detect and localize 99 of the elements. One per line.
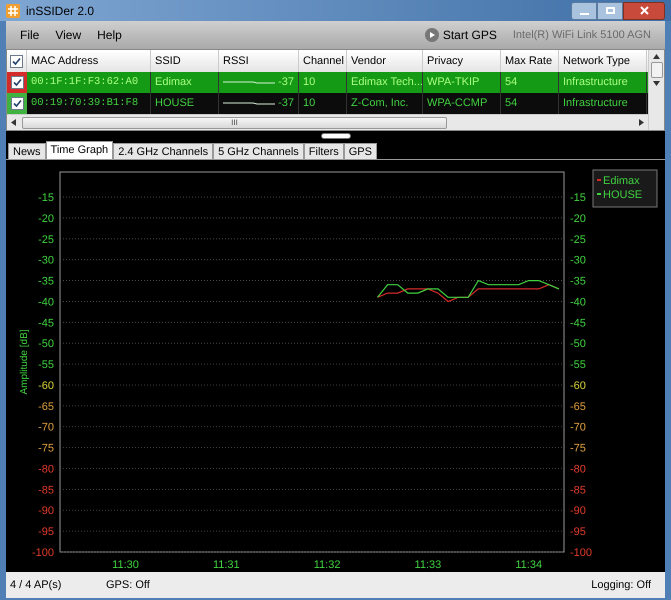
table-cell-text: WPA-TKIP <box>427 75 480 90</box>
app-icon <box>6 4 20 18</box>
y-axis-label: Amplitude [dB] <box>19 329 30 395</box>
table-cell-text: 54 <box>505 96 518 112</box>
y-tick-label: -40 <box>38 296 54 308</box>
table-cell-text: Edimax Tech... <box>351 75 423 90</box>
row-checkbox[interactable] <box>10 54 23 68</box>
y-tick-label: -20 <box>570 212 586 225</box>
y-tick-label: -100 <box>32 547 54 559</box>
maximize-button[interactable] <box>597 2 623 20</box>
table-cell-text: 10 <box>303 75 316 90</box>
logging-status: Logging: Off <box>591 578 651 593</box>
menu-item[interactable]: Help <box>89 26 130 44</box>
y-tick-label: -25 <box>570 234 586 246</box>
table-cell-text: WPA-CCMP <box>427 96 488 112</box>
table-cell-text: 00:1F:1F:F3:62:A0 <box>31 74 138 90</box>
window-title: inSSIDer 2.0 <box>26 2 94 20</box>
vertical-scrollbar-thumb[interactable] <box>650 62 662 78</box>
close-icon <box>640 6 648 15</box>
table-cell-text: Edimax <box>155 75 192 90</box>
chart-legend <box>592 170 658 208</box>
tab[interactable]: GPS <box>344 143 377 159</box>
y-tick-label: -60 <box>38 380 54 392</box>
y-tick-label: -80 <box>38 463 54 476</box>
y-tick-label: -35 <box>38 276 54 288</box>
x-tick-label: 11:31 <box>212 559 240 571</box>
start-gps-button[interactable]: Start GPS <box>422 26 499 44</box>
legend-label: Edimax <box>603 175 640 187</box>
scroll-right-icon[interactable] <box>639 119 644 126</box>
tab[interactable]: Filters <box>304 143 344 159</box>
play-icon <box>424 28 439 42</box>
adapter-label: Intel(R) WiFi Link 5100 AGN <box>512 28 651 43</box>
y-tick-label: -50 <box>38 338 54 350</box>
y-tick-label: -30 <box>38 254 54 267</box>
splitter-handle[interactable] <box>320 133 350 139</box>
tab[interactable]: Time Graph <box>46 141 114 159</box>
gps-status: GPS: Off <box>106 578 150 593</box>
y-tick-label: -70 <box>38 422 54 434</box>
menu-item[interactable]: View <box>47 26 90 44</box>
row-checkbox[interactable] <box>10 97 24 110</box>
y-tick-label: -45 <box>38 317 54 330</box>
table-cell-text: Z-Com, Inc. <box>351 96 408 112</box>
y-tick-label: -55 <box>38 359 54 372</box>
y-tick-label: -35 <box>570 276 586 288</box>
scroll-up-icon[interactable] <box>653 54 660 59</box>
rssi-sparkline <box>223 100 275 106</box>
menu-item[interactable]: File <box>12 26 48 44</box>
y-tick-label: -15 <box>38 192 54 204</box>
table-cell-text: 54 <box>505 75 518 90</box>
y-tick-label: -60 <box>570 380 586 392</box>
close-button[interactable] <box>623 2 665 20</box>
x-tick-label: 11:33 <box>414 559 442 571</box>
y-tick-label: -85 <box>570 484 586 496</box>
scroll-left-icon[interactable] <box>11 119 16 126</box>
y-tick-label: -65 <box>38 400 54 413</box>
y-tick-label: -95 <box>38 526 54 538</box>
table-cell-text: HOUSE <box>155 96 194 112</box>
y-tick-label: -80 <box>570 463 586 476</box>
minimize-button[interactable] <box>571 2 597 20</box>
y-tick-label: -75 <box>570 442 586 455</box>
checkmark-icon <box>12 99 22 108</box>
checkmark-icon <box>12 78 22 87</box>
table-cell-text: 00:19:70:39:B1:F8 <box>31 96 138 111</box>
y-tick-label: -65 <box>570 400 586 413</box>
table-cell-text: Infrastructure <box>563 75 628 90</box>
y-tick-label: -55 <box>570 359 586 372</box>
y-tick-label: -45 <box>570 317 586 330</box>
y-tick-label: -70 <box>570 422 586 434</box>
legend-label: HOUSE <box>603 189 642 201</box>
vertical-scrollbar-track[interactable] <box>648 50 664 130</box>
horizontal-scrollbar-thumb[interactable]: III <box>22 116 447 128</box>
y-tick-label: -100 <box>570 547 592 559</box>
table-cell-text: Infrastructure <box>563 96 628 112</box>
y-tick-label: -90 <box>38 505 54 518</box>
scroll-down-icon[interactable] <box>653 81 660 86</box>
y-tick-label: -30 <box>570 254 586 267</box>
y-tick-label: -90 <box>570 505 586 518</box>
rssi-sparkline <box>223 80 275 86</box>
y-tick-label: -75 <box>38 442 54 455</box>
checkmark-icon <box>12 56 21 66</box>
table-cell-text: -37 <box>278 75 294 90</box>
x-tick-label: 11:30 <box>112 559 139 571</box>
y-tick-label: -25 <box>38 234 54 246</box>
table-cell-text: -37 <box>278 96 294 112</box>
x-tick-label: 11:34 <box>515 559 542 571</box>
y-tick-label: -15 <box>570 192 586 204</box>
tab[interactable]: 2.4 GHz Channels <box>113 143 214 159</box>
y-tick-label: -20 <box>38 212 54 225</box>
y-tick-label: -95 <box>570 526 586 538</box>
table-cell-text: 10 <box>303 96 316 112</box>
ap-count: 4 / 4 AP(s) <box>10 578 62 593</box>
row-checkbox[interactable] <box>10 76 24 89</box>
y-tick-label: -40 <box>570 296 586 308</box>
tab[interactable]: News <box>8 143 46 159</box>
network-row[interactable]: 00:19:70:39:B1:F8 HOUSE -37 10 Z-Com, Inc. WPA-CCMP 54 Infrastructure <box>7 93 648 114</box>
y-tick-label: -50 <box>570 338 586 350</box>
y-tick-label: -85 <box>38 484 54 496</box>
tab[interactable]: 5 GHz Channels <box>213 143 304 159</box>
x-tick-label: 11:32 <box>314 559 340 571</box>
